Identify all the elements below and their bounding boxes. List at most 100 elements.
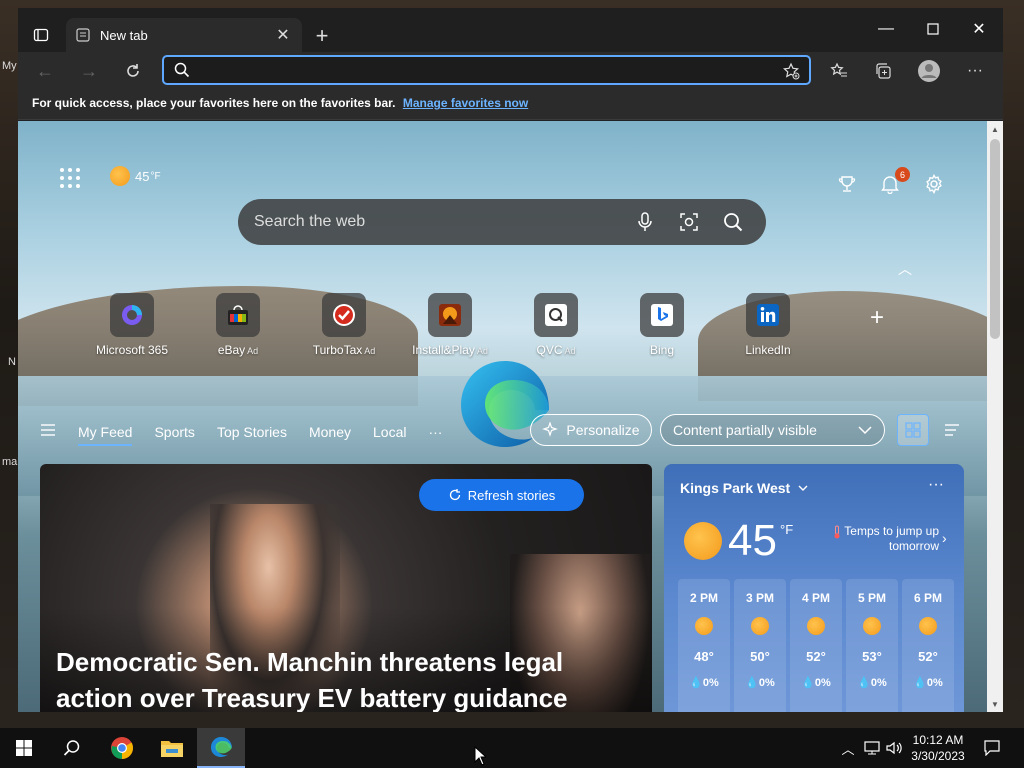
web-search-box[interactable] [238, 199, 766, 245]
address-input[interactable] [198, 61, 768, 79]
visual-search-icon [680, 213, 698, 231]
manage-favorites-link[interactable]: Manage favorites now [403, 96, 528, 110]
ad-label: Ad [247, 346, 259, 356]
weather-chip[interactable]: 45 °F [110, 166, 161, 186]
desktop-text-fragment: N [8, 356, 16, 368]
chevron-right-icon[interactable]: › [942, 530, 947, 546]
taskbar-chrome[interactable] [98, 728, 146, 768]
add-favorite-icon[interactable] [782, 62, 800, 80]
weather-card[interactable]: Kings Park West ··· 45 °F Temps to jump … [664, 464, 964, 712]
weather-alert[interactable]: Temps to jump up tomorrow [819, 524, 939, 553]
app-launcher-button[interactable] [58, 166, 82, 190]
quick-link-bing[interactable]: Bing [617, 293, 707, 357]
linkedin-icon [757, 304, 779, 326]
raindrop-icon: 💧 [801, 677, 815, 689]
content-visibility-dropdown[interactable]: Content partially visible [660, 414, 885, 446]
raindrop-icon: 💧 [745, 677, 759, 689]
feed-tab-top-stories[interactable]: Top Stories [217, 424, 287, 440]
minimize-button[interactable]: — [863, 14, 909, 44]
quick-link-label: Microsoft 365 [95, 343, 169, 357]
refresh-button[interactable] [118, 56, 148, 86]
game-art-icon [439, 304, 461, 326]
search-submit-button[interactable] [716, 205, 750, 239]
browser-toolbar: ← → ··· [18, 52, 1003, 90]
weather-location-selector[interactable]: Kings Park West [680, 480, 808, 496]
action-center-button[interactable] [982, 738, 1002, 758]
search-icon [63, 740, 80, 756]
page-settings-button[interactable] [921, 171, 947, 197]
taskbar-search-button[interactable] [48, 728, 96, 768]
ad-label: Ad [564, 346, 576, 356]
forecast-time: 2 PM [689, 591, 718, 605]
quick-link-ebay[interactable]: eBay Ad [193, 293, 283, 357]
network-icon [864, 741, 880, 755]
collapse-chevron-up-icon[interactable]: ︿ [898, 259, 912, 279]
taskbar-edge[interactable] [197, 728, 245, 768]
new-tab-button[interactable]: + [310, 23, 334, 48]
quick-link-turbotax[interactable]: TurboTax Ad [299, 293, 389, 357]
hourly-forecast-item: 4 PM 52° 💧0% [790, 579, 842, 712]
settings-and-more-button[interactable]: ··· [960, 56, 990, 86]
speaker-icon [886, 741, 902, 755]
feed-tab-money[interactable]: Money [309, 424, 351, 440]
quick-link-qvc[interactable]: QVC Ad [511, 293, 601, 357]
favorites-bar: For quick access, place your favorites h… [18, 90, 1003, 120]
rewards-button[interactable] [834, 171, 860, 197]
feed-tab-local[interactable]: Local [373, 424, 406, 440]
start-button[interactable] [0, 728, 48, 768]
refresh-icon [449, 489, 460, 501]
list-layout-icon [945, 424, 959, 436]
list-layout-button[interactable] [936, 414, 968, 446]
hourly-forecast: 2 PM 48° 💧0% 3 PM 50° 💧0% 4 PM 52° 💧0% 5… [678, 579, 954, 712]
volume-icon[interactable] [884, 738, 904, 758]
weather-more-options-button[interactable]: ··· [928, 476, 944, 494]
web-search-input[interactable] [254, 213, 618, 231]
feed-tab-sports[interactable]: Sports [154, 424, 194, 440]
feed-tab-my-feed[interactable]: My Feed [78, 424, 133, 446]
quick-link-linkedin[interactable]: LinkedIn [723, 293, 813, 357]
close-window-button[interactable]: ✕ [956, 14, 1002, 44]
visual-search-button[interactable] [672, 205, 706, 239]
personalize-sparkle-icon [542, 422, 559, 437]
quick-link-install-play[interactable]: Install&Play Ad [405, 293, 495, 357]
grid-layout-button[interactable] [897, 414, 929, 446]
forecast-time: 5 PM [857, 591, 886, 605]
page-scrollbar[interactable]: ▲ ▼ [987, 121, 1003, 712]
quick-link-microsoft-365[interactable]: Microsoft 365 [87, 293, 177, 357]
forward-button[interactable]: → [74, 56, 104, 86]
clock-date: 3/30/2023 [911, 749, 965, 763]
search-icon [174, 62, 190, 78]
scrollbar-thumb[interactable] [990, 139, 1000, 339]
notification-badge: 6 [895, 167, 910, 182]
voice-search-button[interactable] [628, 205, 662, 239]
tab-actions-menu-button[interactable] [28, 22, 54, 48]
forecast-temp: 50° [750, 649, 770, 664]
show-hidden-icons-button[interactable]: ︿ [838, 738, 858, 758]
back-button[interactable]: ← [30, 56, 60, 86]
windows-logo-icon [16, 740, 32, 756]
feed-menu-button[interactable] [40, 423, 56, 442]
add-quick-link-button[interactable]: + [862, 303, 892, 333]
feed-more-button[interactable]: ··· [428, 424, 442, 440]
taskbar-clock[interactable]: 10:12 AM 3/30/2023 [902, 732, 974, 764]
chrome-icon [111, 737, 133, 759]
waffle-grid-icon [60, 168, 80, 188]
taskbar-file-explorer[interactable] [148, 728, 196, 768]
sunny-icon [751, 617, 769, 635]
personalize-button[interactable]: Personalize [530, 414, 652, 446]
favorites-button[interactable] [824, 56, 854, 86]
tab-close-button[interactable]: ✕ [274, 26, 292, 44]
hero-headline[interactable]: Democratic Sen. Manchin threatens legal … [56, 644, 636, 712]
tab-new-tab[interactable]: New tab ✕ [66, 18, 302, 52]
network-icon[interactable] [862, 738, 882, 758]
weather-current-temp: 45 [728, 516, 777, 565]
scroll-up-arrow[interactable]: ▲ [987, 121, 1003, 137]
maximize-button[interactable] [910, 14, 956, 44]
quick-link-label: TurboTax [312, 343, 363, 357]
profile-button[interactable] [914, 56, 944, 86]
scroll-down-arrow[interactable]: ▼ [987, 696, 1003, 712]
refresh-stories-button[interactable]: Refresh stories [419, 479, 584, 511]
notifications-button[interactable]: 6 [877, 167, 910, 197]
collections-button[interactable] [868, 56, 898, 86]
address-bar[interactable] [162, 55, 811, 85]
